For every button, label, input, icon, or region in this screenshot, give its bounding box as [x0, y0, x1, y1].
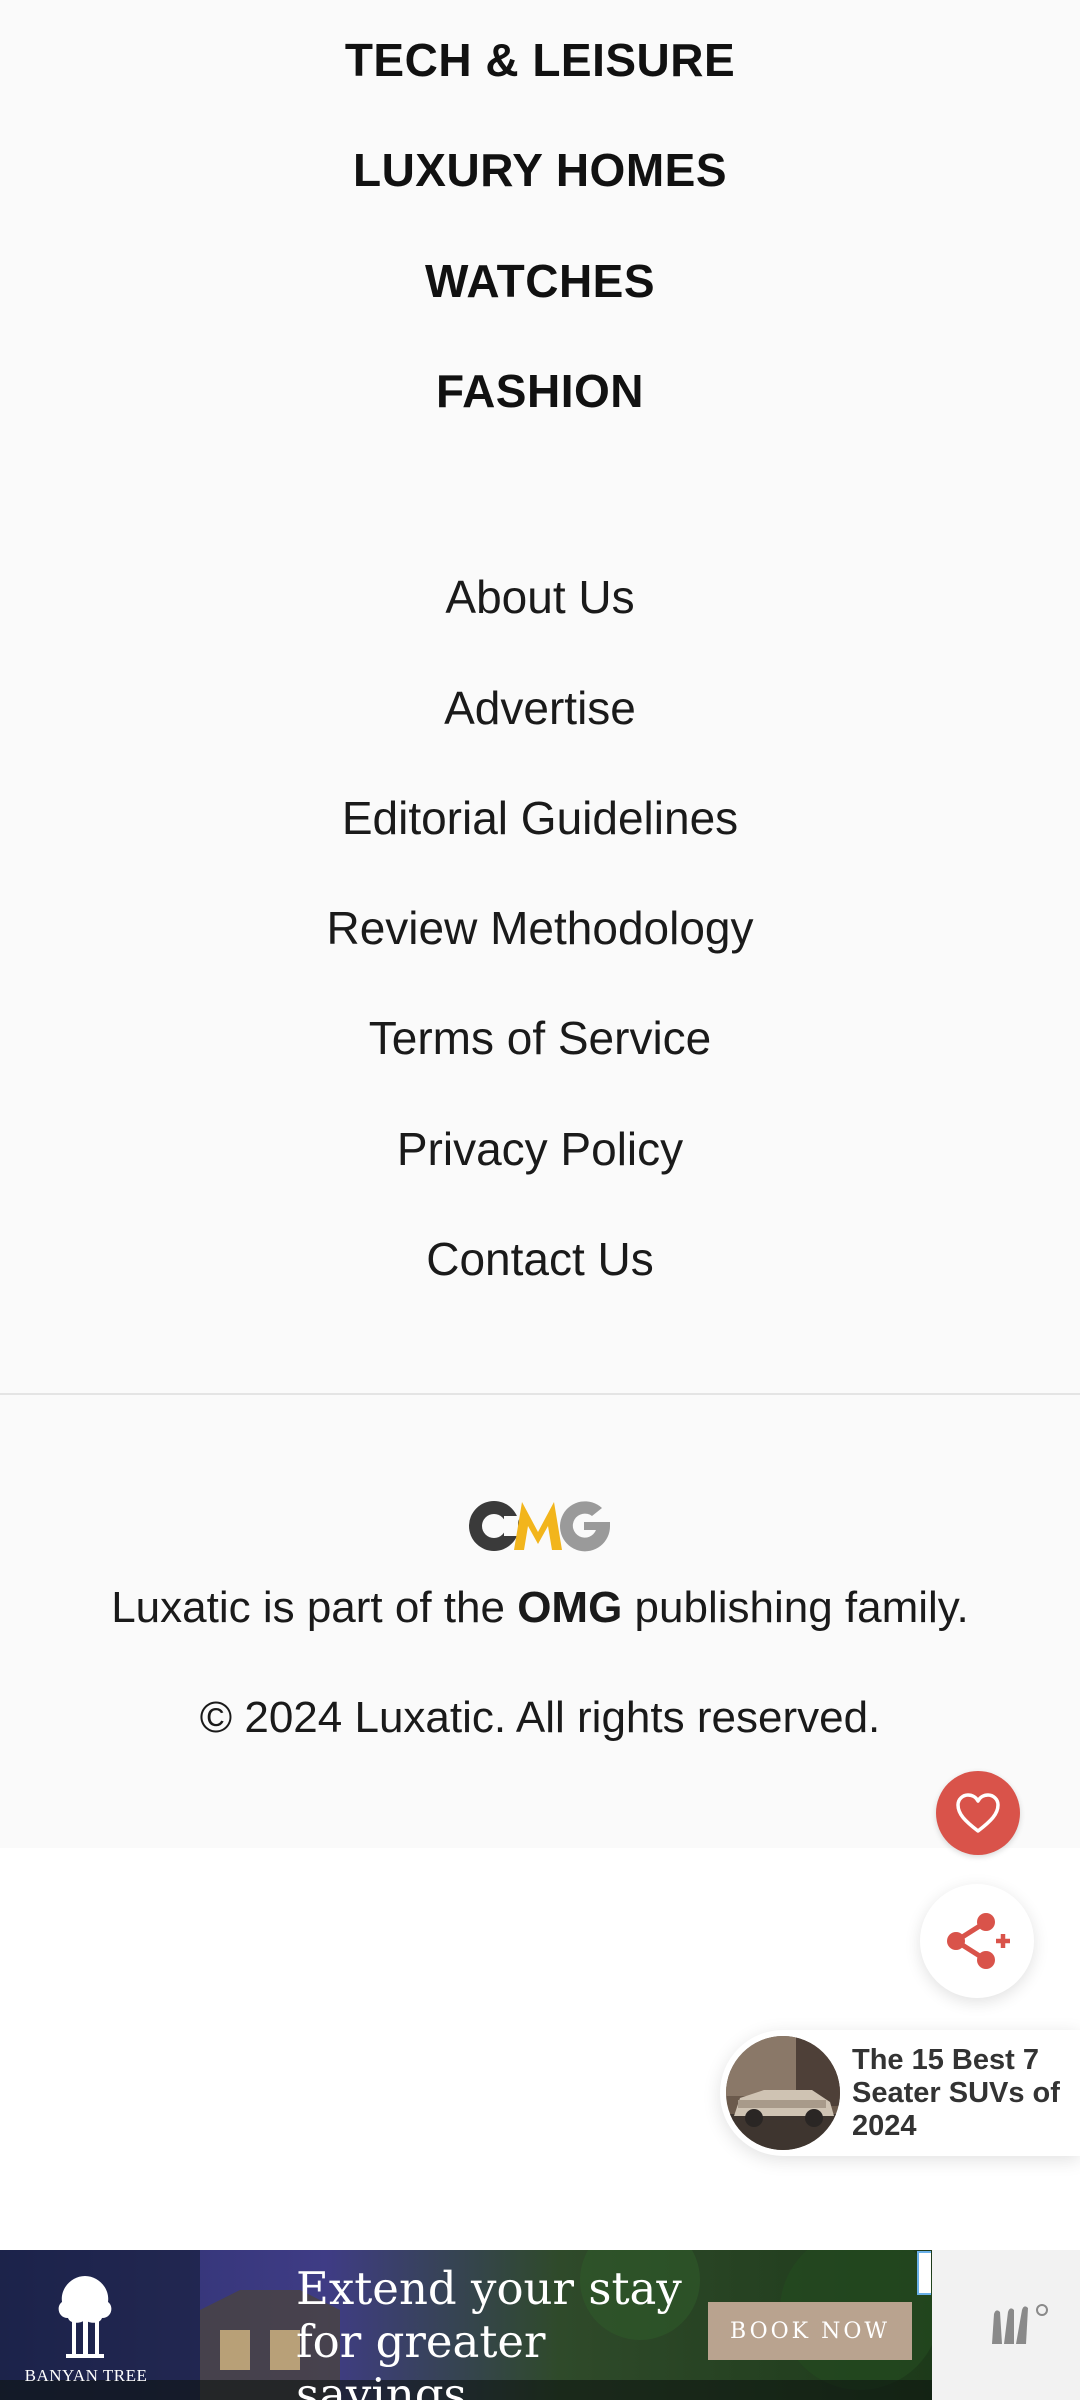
- copyright-text: © 2024 Luxatic. All rights reserved.: [199, 1693, 881, 1742]
- advertisement-banner[interactable]: BANYAN TREE Extend your stay for greater…: [0, 2250, 932, 2400]
- heart-icon: [956, 1793, 1000, 1833]
- family-suffix: publishing family.: [622, 1583, 969, 1632]
- favorite-button[interactable]: [936, 1771, 1020, 1855]
- footer-divider: [0, 1393, 1080, 1395]
- footer-category-watches[interactable]: WATCHES: [0, 251, 1080, 311]
- family-brand[interactable]: OMG: [517, 1583, 622, 1632]
- ad-headline: Extend your stay for greater savings: [296, 2262, 716, 2400]
- family-prefix: Luxatic is part of the: [111, 1583, 518, 1632]
- footer-link-review-methodology[interactable]: Review Methodology: [0, 898, 1080, 958]
- article-thumbnail: [726, 2036, 840, 2150]
- share-button[interactable]: [920, 1884, 1034, 1998]
- footer-category-tech-leisure[interactable]: TECH & LEISURE: [0, 30, 1080, 90]
- footer-link-privacy-policy[interactable]: Privacy Policy: [0, 1119, 1080, 1179]
- ad-headline-line-1: Extend your stay: [296, 2262, 682, 2315]
- footer-link-advertise[interactable]: Advertise: [0, 678, 1080, 738]
- mediavine-logo-icon[interactable]: [988, 2300, 1054, 2350]
- footer-link-contact-us[interactable]: Contact Us: [0, 1229, 1080, 1289]
- suv-thumbnail-image: [726, 2036, 840, 2150]
- recommended-article-card[interactable]: The 15 Best 7 Seater SUVs of 2024: [720, 2030, 1080, 2156]
- banyan-tree-logo-icon: [58, 2276, 112, 2358]
- ad-book-now-button[interactable]: BOOK NOW: [708, 2302, 912, 2360]
- site-footer: TECH & LEISURE LUXURY HOMES WATCHES FASH…: [0, 0, 1080, 1848]
- ad-headline-line-2: for greater savings: [296, 2315, 546, 2400]
- ad-brand-name: BANYAN TREE: [24, 2366, 148, 2385]
- share-icon: [947, 1913, 1010, 1969]
- omg-logo[interactable]: [464, 1492, 616, 1556]
- article-title[interactable]: The 15 Best 7 Seater SUVs of 2024: [852, 2044, 1076, 2143]
- footer-category-luxury-homes[interactable]: LUXURY HOMES: [0, 140, 1080, 200]
- footer-category-fashion[interactable]: FASHION: [0, 361, 1080, 421]
- publishing-family-text: Luxatic is part of the OMG publishing fa…: [0, 1578, 1080, 1638]
- footer-link-editorial-guidelines[interactable]: Editorial Guidelines: [0, 788, 1080, 848]
- footer-link-about-us[interactable]: About Us: [0, 567, 1080, 627]
- ad-choices-icon[interactable]: [917, 2251, 931, 2295]
- footer-link-terms-of-service[interactable]: Terms of Service: [0, 1008, 1080, 1068]
- ad-network-badge: [932, 2250, 1080, 2400]
